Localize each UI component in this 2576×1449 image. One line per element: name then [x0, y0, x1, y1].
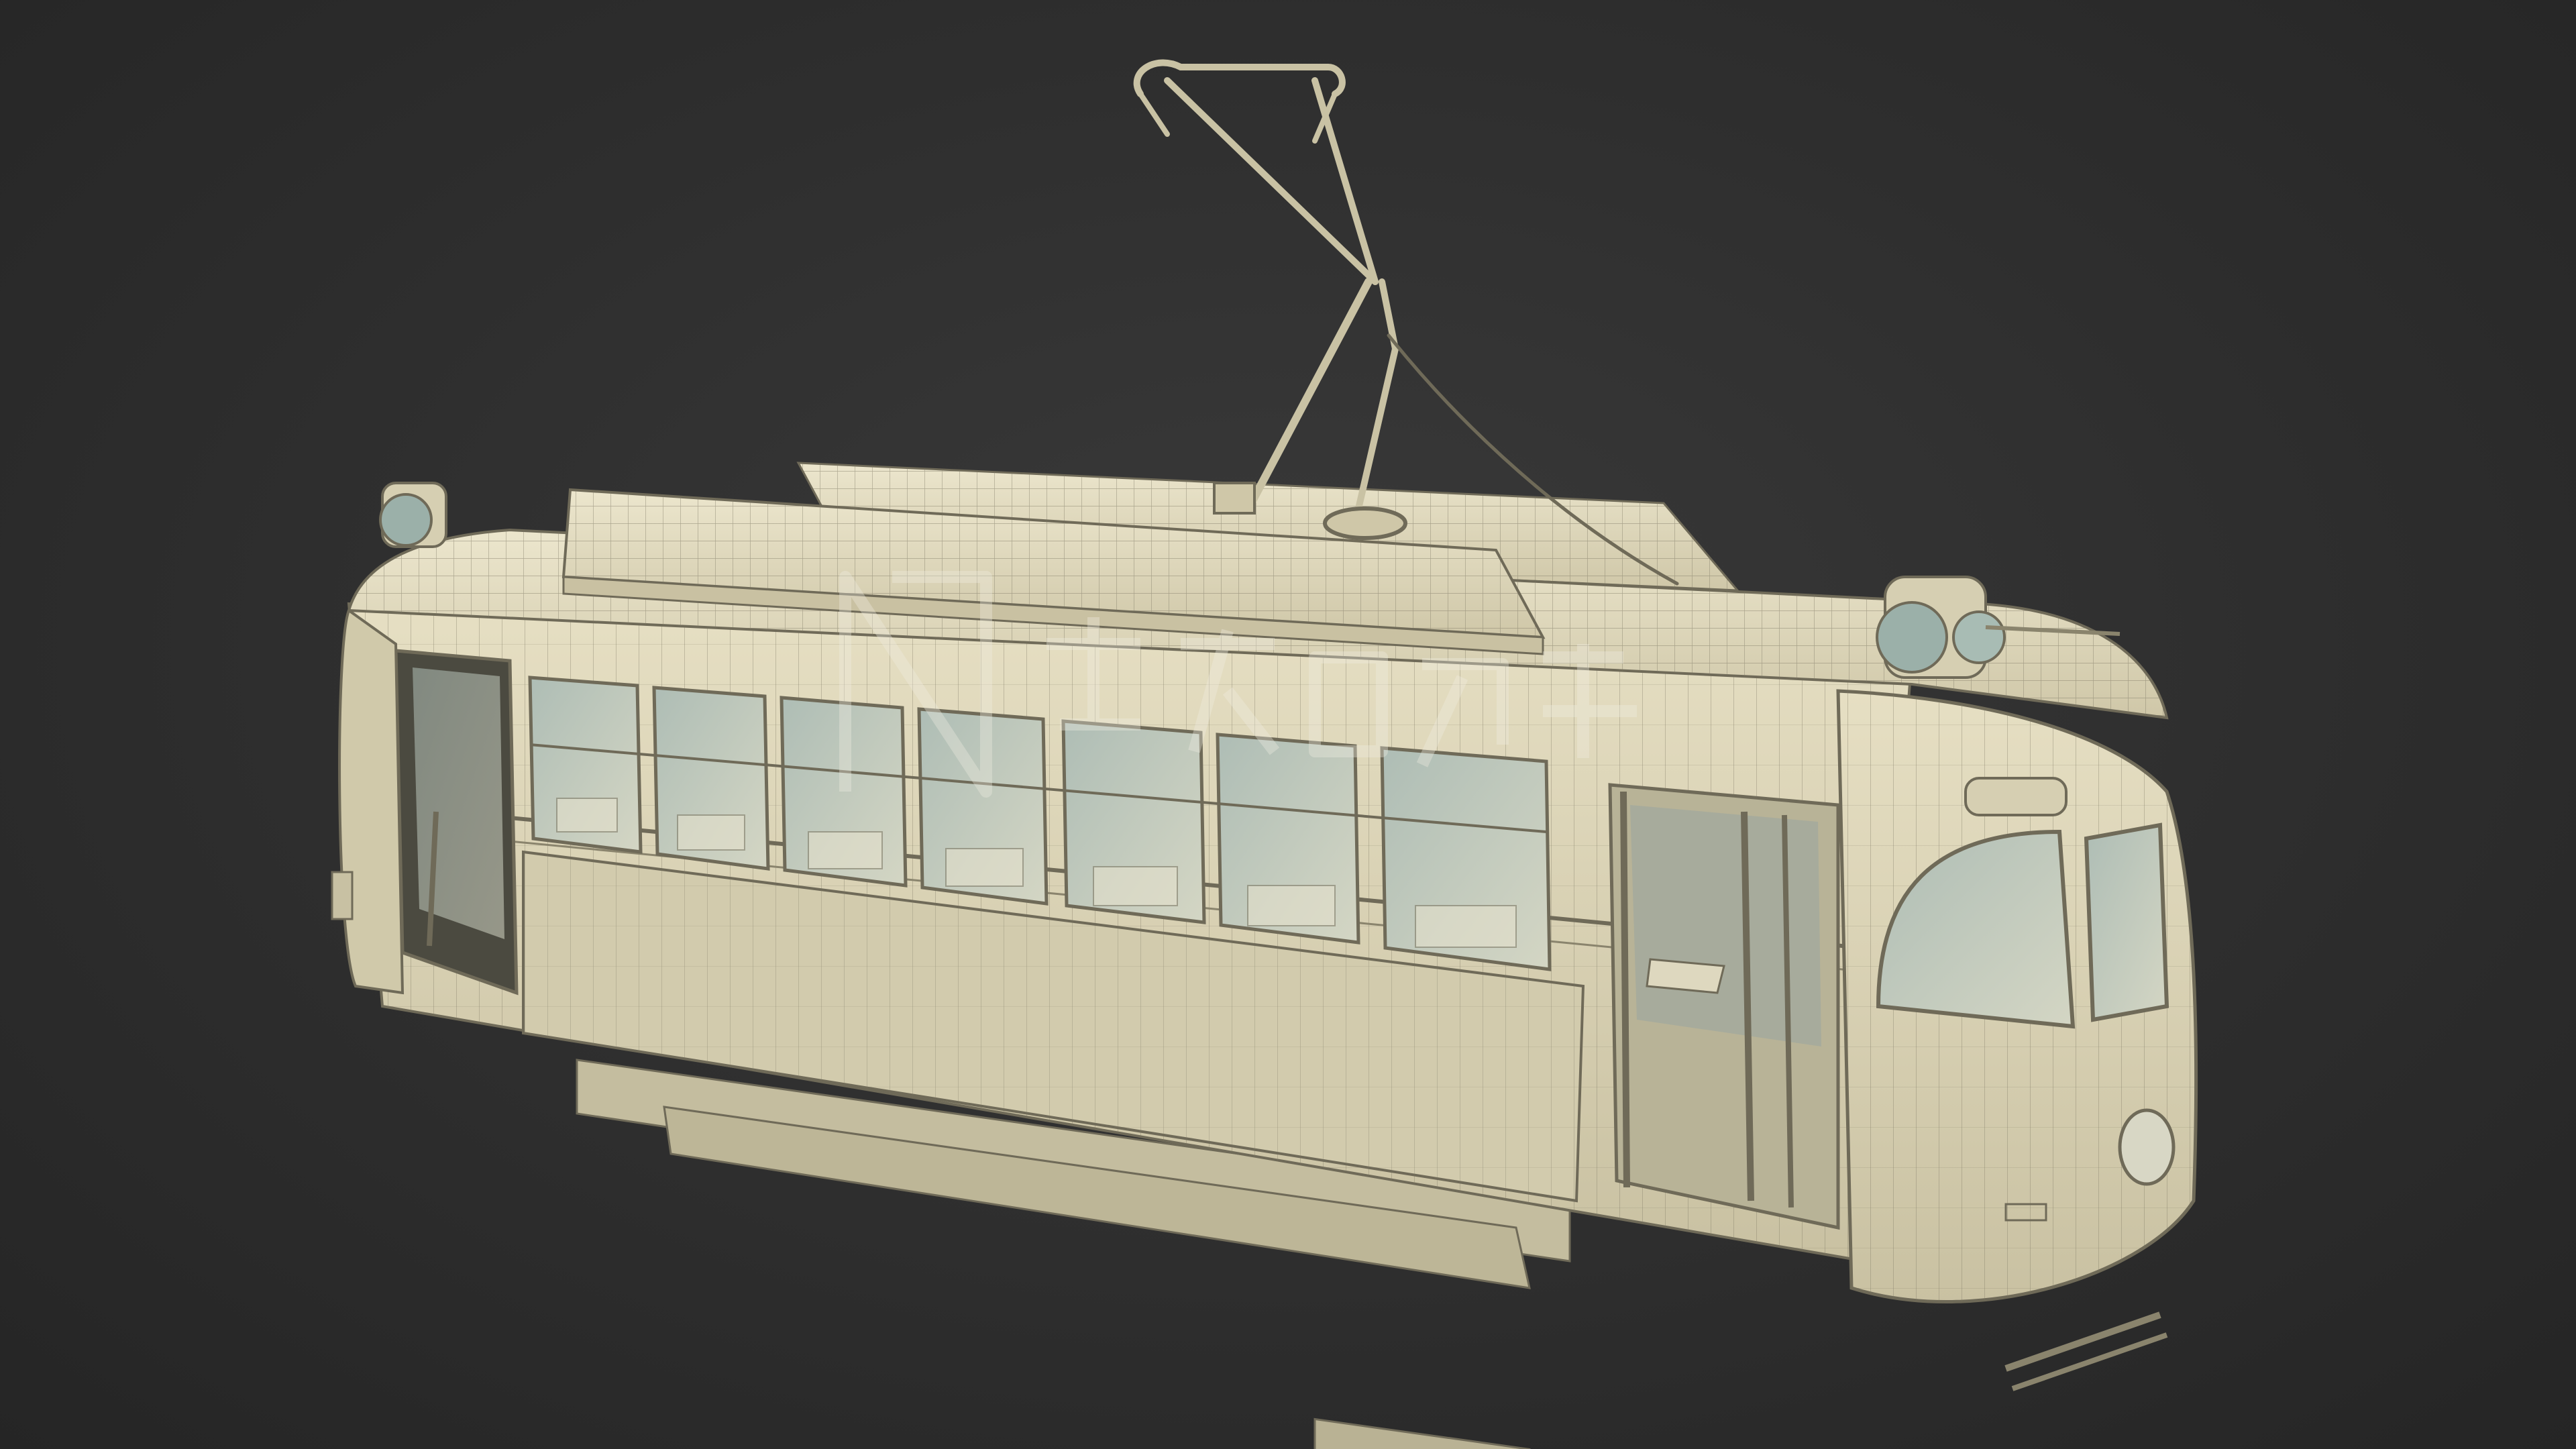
rear-cab — [331, 608, 405, 995]
front-door-opening — [1608, 783, 1840, 1230]
rear-door-opening — [394, 649, 519, 996]
front-cab — [1836, 689, 2198, 1391]
tram-render — [331, 59, 2198, 1449]
render-viewport — [0, 0, 2576, 1449]
